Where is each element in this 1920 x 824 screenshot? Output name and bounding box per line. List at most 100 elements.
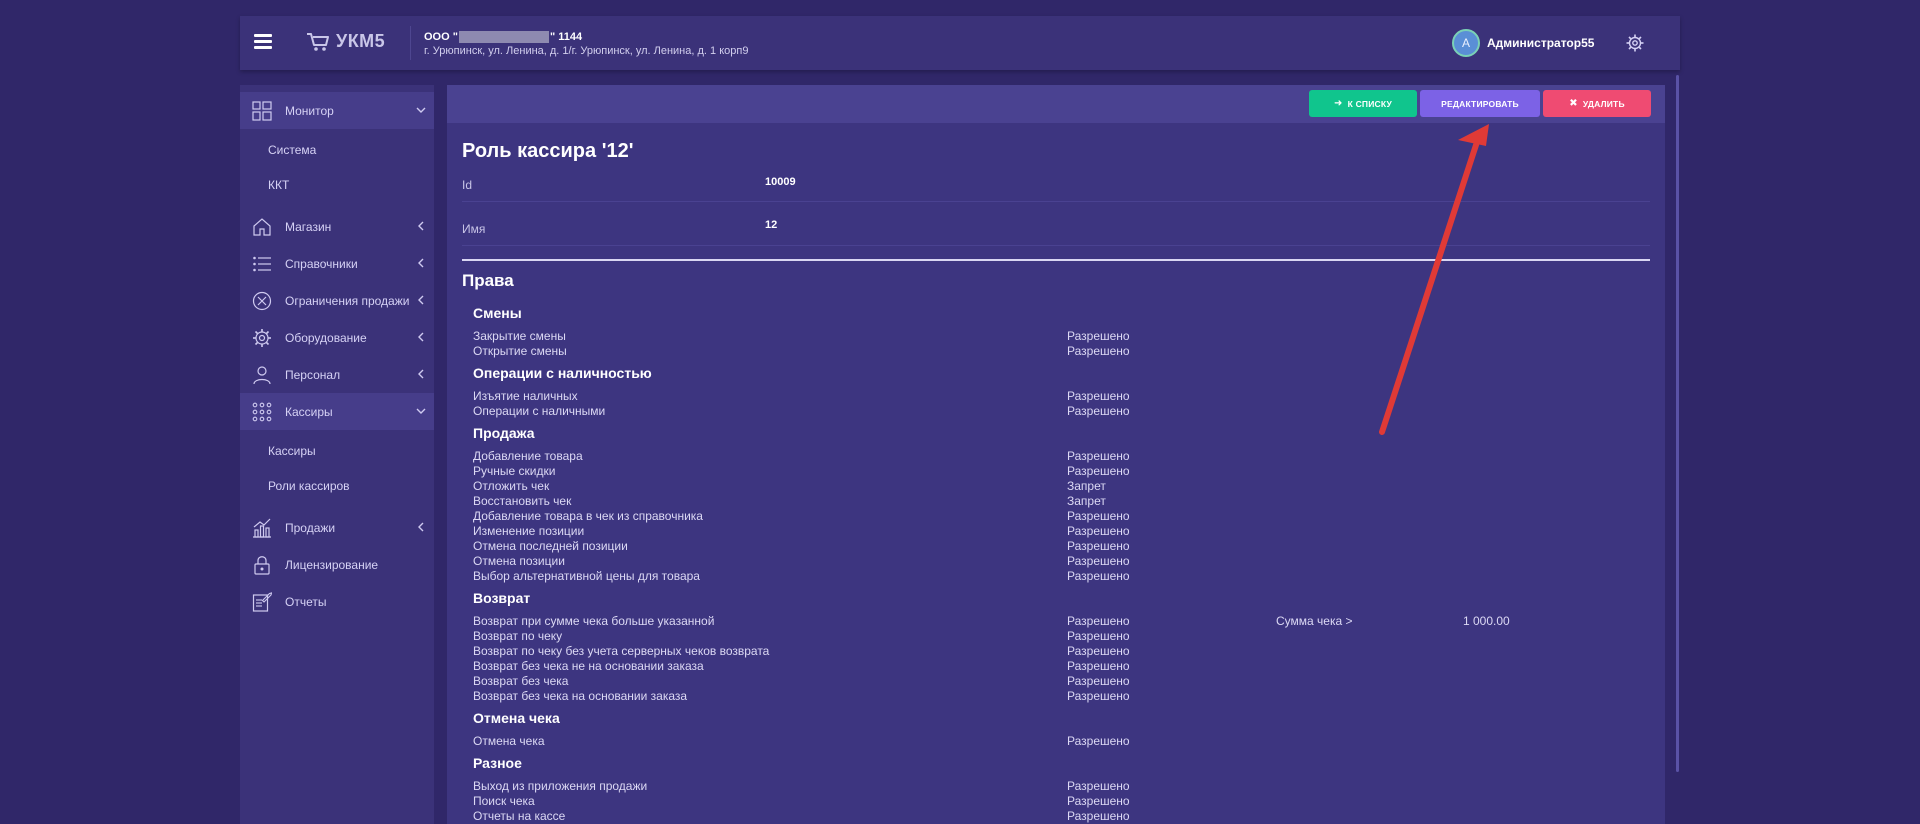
sidebar: Монитор Система ККТ Магазин Справочники …	[240, 85, 434, 824]
chevron-left-icon	[418, 221, 424, 231]
chevron-left-icon	[418, 295, 424, 305]
cancel-circle-icon	[252, 291, 272, 311]
sidebar-item-references[interactable]: Справочники	[240, 245, 434, 282]
permission-label: Ручные скидки	[473, 464, 556, 478]
sidebar-subitem-cashiers[interactable]: Кассиры	[240, 434, 434, 469]
person-icon	[253, 366, 271, 385]
permission-label: Отложить чек	[473, 479, 550, 493]
field-separator	[462, 201, 1650, 202]
permission-label: Отмена позиции	[473, 554, 565, 568]
sidebar-item-sales[interactable]: Продажи	[240, 509, 434, 546]
menu-toggle-icon[interactable]	[254, 34, 272, 50]
edit-label: РЕДАКТИРОВАТЬ	[1441, 98, 1519, 109]
permission-value: Разрешено	[1067, 569, 1130, 583]
sidebar-item-licensing[interactable]: Лицензирование	[240, 546, 434, 583]
sidebar-item-label: Персонал	[285, 367, 341, 382]
logo-text: УКМ5	[336, 31, 386, 51]
back-to-list-button[interactable]: ➜ К СПИСКУ	[1309, 90, 1417, 117]
sidebar-item-monitor[interactable]: Монитор	[240, 92, 434, 129]
user-menu[interactable]: A Администратор55	[1452, 29, 1594, 57]
list-icon	[253, 256, 271, 272]
permission-value: Запрет	[1067, 479, 1106, 493]
permission-value: Разрешено	[1067, 329, 1130, 343]
permission-value: Разрешено	[1067, 779, 1130, 793]
top-bar: УКМ5 ООО " " 1144 г. Урюпинск, ул. Ленин…	[240, 16, 1680, 70]
org-name-prefix: ООО "	[424, 30, 458, 43]
close-icon: ✖	[1569, 98, 1578, 109]
permission-label: Отчеты на кассе	[473, 809, 566, 823]
section-title-refund: Возврат	[473, 590, 531, 606]
section-title-cancel: Отмена чека	[473, 710, 560, 726]
permission-label: Возврат без чека на основании заказа	[473, 689, 688, 703]
permission-label: Отмена последней позиции	[473, 539, 628, 553]
delete-label: УДАЛИТЬ	[1582, 98, 1625, 109]
permission-value: Разрешено	[1067, 524, 1130, 538]
name-label: Имя	[462, 222, 486, 236]
rights-title: Права	[462, 271, 514, 290]
sidebar-item-label: Оборудование	[285, 330, 367, 345]
organization-address: г. Урюпинск, ул. Ленина, д. 1/г. Урюпинс…	[424, 45, 749, 57]
delete-button[interactable]: ✖ УДАЛИТЬ	[1543, 90, 1651, 117]
field-separator	[462, 245, 1650, 246]
app-logo[interactable]: УКМ5	[306, 31, 385, 52]
lock-icon	[254, 556, 270, 575]
page-scrollbar[interactable]	[1676, 75, 1679, 772]
section-title-misc: Разное	[473, 755, 522, 771]
edit-button[interactable]: РЕДАКТИРОВАТЬ	[1420, 90, 1540, 117]
permission-value: Разрешено	[1067, 629, 1130, 643]
sidebar-subitem-kkt[interactable]: ККТ	[240, 168, 434, 203]
permission-label: Возврат без чека не на основании заказа	[473, 659, 704, 673]
name-value: 12	[765, 219, 778, 231]
permission-value: Разрешено	[1067, 659, 1130, 673]
permission-value: Разрешено	[1067, 539, 1130, 553]
main-content: ➜ К СПИСКУ РЕДАКТИРОВАТЬ ✖ УДАЛИТЬ Роль …	[447, 85, 1665, 824]
permission-label: Возврат без чека	[473, 674, 569, 688]
permission-label: Возврат при сумме чека больше указанной	[473, 614, 715, 628]
sidebar-item-cashiers[interactable]: Кассиры	[240, 393, 434, 430]
settings-gear-icon[interactable]	[1626, 34, 1644, 57]
refund-threshold-label: Сумма чека >	[1276, 614, 1353, 628]
sidebar-item-label: Кассиры	[285, 404, 333, 419]
permission-value: Разрешено	[1067, 644, 1130, 658]
sidebar-item-reports[interactable]: Отчеты	[240, 583, 434, 620]
sidebar-item-label: Продажи	[285, 520, 336, 535]
id-value: 10009	[765, 176, 796, 188]
sidebar-subitem-cashier-roles[interactable]: Роли кассиров	[240, 469, 434, 504]
permission-value: Разрешено	[1067, 734, 1130, 748]
avatar: A	[1452, 29, 1480, 57]
permission-value: Разрешено	[1067, 689, 1130, 703]
cart-icon	[307, 32, 329, 51]
sidebar-item-label: Справочники	[285, 256, 358, 271]
permission-value: Разрешено	[1067, 554, 1130, 568]
permission-label: Изъятие наличных	[473, 389, 578, 403]
permission-value: Запрет	[1067, 494, 1106, 508]
permission-label: Изменение позиции	[473, 524, 585, 538]
permission-label: Возврат по чеку	[473, 629, 563, 643]
sidebar-item-sale-restrictions[interactable]: Ограничения продажи	[240, 282, 434, 319]
sidebar-item-label: ККТ	[268, 178, 290, 192]
sidebar-item-staff[interactable]: Персонал	[240, 356, 434, 393]
permission-label: Добавление товара	[473, 449, 583, 463]
sidebar-subitem-system[interactable]: Система	[240, 133, 434, 168]
permission-value: Разрешено	[1067, 344, 1130, 358]
chevron-left-icon	[418, 258, 424, 268]
arrow-left-icon: ➜	[1334, 98, 1343, 109]
section-title-cash: Операции с наличностью	[473, 365, 652, 381]
edit-icon	[252, 592, 272, 612]
user-name: Администратор55	[1487, 36, 1595, 50]
sidebar-item-equipment[interactable]: Оборудование	[240, 319, 434, 356]
org-name-suffix: " 1144	[549, 30, 583, 43]
permission-label: Операции с наличными	[473, 404, 606, 418]
sidebar-item-store[interactable]: Магазин	[240, 208, 434, 245]
redacted-block	[458, 30, 549, 43]
permission-label: Отмена чека	[473, 734, 545, 748]
permission-label: Возврат по чеку без учета серверных чеко…	[473, 644, 770, 658]
sidebar-item-label: Отчеты	[285, 594, 327, 609]
permission-value: Разрешено	[1067, 389, 1130, 403]
permission-label: Выбор альтернативной цены для товара	[473, 569, 700, 583]
permission-value: Разрешено	[1067, 464, 1130, 478]
sidebar-item-label: Кассиры	[268, 444, 316, 458]
section-title-shifts: Смены	[473, 305, 522, 321]
permission-label: Добавление товара в чек из справочника	[473, 509, 703, 523]
section-title-sale: Продажа	[473, 425, 535, 441]
